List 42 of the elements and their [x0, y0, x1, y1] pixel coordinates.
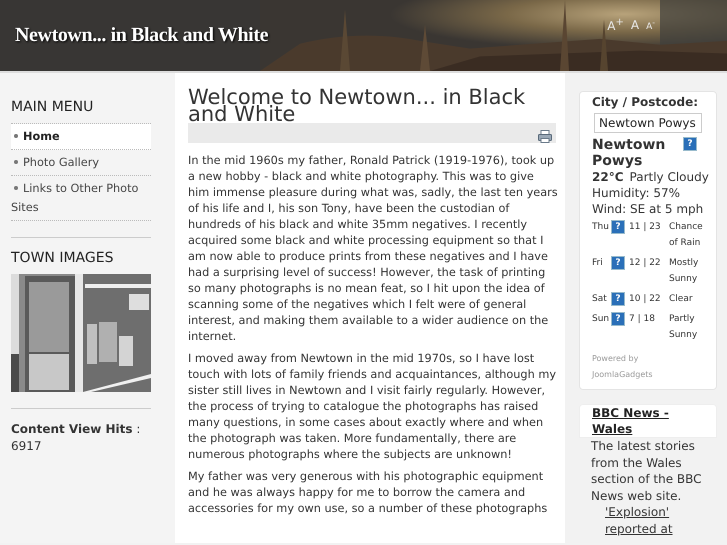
article-title: Welcome to Newtown... in Black and White	[188, 89, 526, 123]
powered-by: Powered by JoomlaGadgets	[592, 353, 654, 381]
weather-icon: ?	[611, 312, 625, 326]
forecast-day: Sat	[592, 291, 611, 311]
print-icon[interactable]	[538, 130, 552, 142]
humidity: Humidity: 57%	[592, 185, 682, 201]
city-field[interactable]: Newtown Powys	[594, 113, 702, 133]
weather-icon: ?	[611, 292, 625, 306]
paragraph: I moved away from Newtown in the mid 1970s, so I have lost touch with lots of family friends and acquaintances, although my sister still lives in Newtown and I visit fairly regularly. However, the process of trying to catalogue the photographs has raised many questions, in some cases about exactly where and when the photograph was taken. More fundamentally, there are numerous photographs where the subjects are unknown!	[188, 351, 558, 463]
temperature: 22°C	[592, 169, 624, 185]
bullet-icon	[14, 186, 18, 190]
forecast-temps: 10 | 22	[629, 293, 662, 306]
location-name: Newtown Powys	[592, 137, 666, 169]
forecast-temps: 7 | 18	[629, 313, 656, 326]
menu-title: MAIN MENU	[11, 99, 94, 115]
menu-item[interactable]: Photo Gallery	[11, 150, 151, 176]
paragraph: My father was very generous with his photographic equipment and he was always happy for me to borrow the camera and accessories for my own use, so a number of these photographs	[188, 469, 548, 517]
bullet-icon	[14, 134, 18, 138]
site-title[interactable]: Newtown... in Black and White	[15, 24, 268, 47]
forecast-day: Thu	[592, 219, 611, 255]
city-label: City / Postcode:	[592, 94, 700, 110]
menu-item[interactable]: Home	[11, 124, 151, 150]
bullet-icon	[14, 160, 18, 164]
paragraph: In the mid 1960s my father, Ronald Patrick (1919-1976), took up a new hobby - black and white photography. This was to give him immense pleasure during what was, sadly, the last ten years of his life and I, his son Tony, have been the custodian of hundreds of his black and white 35mm negatives. I recently acquired some black and white processing equipment so that I am now able to produce prints from these negatives and I have had a surprising level of success! However, the task of printing so many photographs is no mean feat, so I hit upon the idea of scanning some of the negatives which I felt were of general interest, and making them available to a wider audience on the internet.	[188, 153, 558, 345]
forecast-condition: Partly Sunny	[669, 313, 698, 342]
section-title: TOWN IMAGES	[11, 250, 114, 266]
view-hits: Content View Hits : 6917	[11, 421, 142, 455]
forecast-condition: Clear	[669, 293, 694, 306]
forecast-day: Fri	[592, 255, 611, 291]
forecast-temps: 11 | 23	[629, 221, 662, 234]
weather-icon: ?	[611, 220, 625, 234]
wind: Wind: SE at 5 mph	[592, 201, 704, 217]
news-description: The latest stories from the Wales section of the BBC News web site.	[590, 438, 703, 504]
weather-icon: ?	[683, 137, 697, 151]
weather-icon: ?	[611, 256, 625, 270]
forecast-condition: Mostly Sunny	[669, 257, 700, 286]
forecast-day: Sun	[592, 311, 611, 347]
condition: Partly Cloudy	[630, 169, 709, 185]
forecast-condition: Chance of Rain	[669, 221, 704, 250]
menu-item[interactable]: Links to Other Photo Sites	[11, 176, 151, 221]
news-link[interactable]: 'Explosion' reported at	[605, 504, 695, 537]
forecast-temps: 12 | 22	[629, 257, 662, 270]
